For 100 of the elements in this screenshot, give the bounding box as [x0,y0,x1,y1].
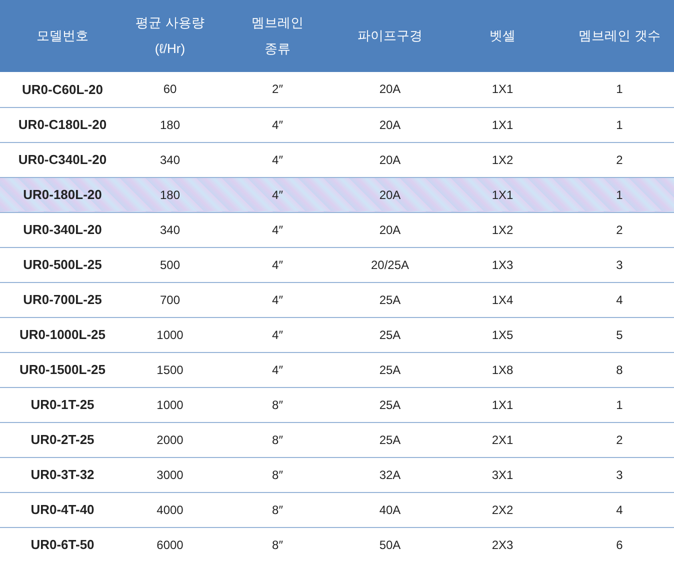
table-cell: 8 [565,352,674,387]
table-row[interactable]: UR0-1500L-25 1500 4″ 25A 1X8 8 [0,352,674,387]
table-cell: 50A [340,527,440,562]
table-cell: 20A [340,107,440,142]
table-cell: 20A [340,142,440,177]
table-cell: UR0-1500L-25 [0,352,125,387]
table-cell: 4″ [215,212,340,247]
table-cell: 8″ [215,492,340,527]
table-cell: 1X1 [440,387,565,422]
table-cell: 4″ [215,177,340,212]
table-cell: 20/25A [340,247,440,282]
table-cell: 20A [340,72,440,107]
table-cell: UR0-2T-25 [0,422,125,457]
table-cell: 60 [125,72,215,107]
table-cell: UR0-500L-25 [0,247,125,282]
table-cell: 25A [340,352,440,387]
table-cell: UR0-700L-25 [0,282,125,317]
table-cell: 1X1 [440,72,565,107]
table-cell: 2000 [125,422,215,457]
table-cell: 3 [565,247,674,282]
table-row[interactable]: UR0-3T-32 3000 8″ 32A 3X1 3 [0,457,674,492]
table-cell: 1 [565,72,674,107]
table-cell: UR0-6T-50 [0,527,125,562]
table-cell: 20A [340,177,440,212]
table-cell: 4″ [215,317,340,352]
column-header: 모델번호 [0,0,125,72]
table-cell: 1500 [125,352,215,387]
table-cell: UR0-4T-40 [0,492,125,527]
table-cell: 8″ [215,387,340,422]
table-row[interactable]: UR0-1T-25 1000 8″ 25A 1X1 1 [0,387,674,422]
table-cell: 500 [125,247,215,282]
table-cell: 4 [565,282,674,317]
table-cell: 1000 [125,317,215,352]
table-cell: 2X2 [440,492,565,527]
table-row[interactable]: UR0-1000L-25 1000 4″ 25A 1X5 5 [0,317,674,352]
table-cell: 1X1 [440,107,565,142]
column-header: 멤브레인 갯수 [565,0,674,72]
table-cell: 4″ [215,247,340,282]
table-cell: 1 [565,107,674,142]
table-row[interactable]: UR0-500L-25 500 4″ 20/25A 1X3 3 [0,247,674,282]
column-header: 파이프구경 [340,0,440,72]
table-cell: 25A [340,387,440,422]
table-cell: 8″ [215,457,340,492]
table-row[interactable]: UR0-2T-25 2000 8″ 25A 2X1 2 [0,422,674,457]
table-cell: 2″ [215,72,340,107]
table-cell: 4 [565,492,674,527]
table-cell: 25A [340,422,440,457]
table-cell: UR0-3T-32 [0,457,125,492]
table-cell: 700 [125,282,215,317]
table-cell: 2 [565,212,674,247]
table-cell: 3000 [125,457,215,492]
table-cell: 180 [125,107,215,142]
table-cell: 1X2 [440,212,565,247]
table-cell: 8″ [215,527,340,562]
table-cell: UR0-C180L-20 [0,107,125,142]
table-cell: UR0-1000L-25 [0,317,125,352]
table-cell: UR0-C60L-20 [0,72,125,107]
table-cell: 3X1 [440,457,565,492]
table-cell: UR0-C340L-20 [0,142,125,177]
table-cell: 1X4 [440,282,565,317]
table-row[interactable]: UR0-C180L-20 180 4″ 20A 1X1 1 [0,107,674,142]
table-cell: 180 [125,177,215,212]
table-cell: 20A [340,212,440,247]
table-cell: 32A [340,457,440,492]
table-cell: UR0-180L-20 [0,177,125,212]
table-cell: 2 [565,422,674,457]
table-cell: UR0-1T-25 [0,387,125,422]
table-cell: 2X3 [440,527,565,562]
table-cell: 2X1 [440,422,565,457]
table-cell: 340 [125,212,215,247]
table-cell: 2 [565,142,674,177]
column-header: 벳셀 [440,0,565,72]
table-cell: 1X8 [440,352,565,387]
table-row[interactable]: UR0-700L-25 700 4″ 25A 1X4 4 [0,282,674,317]
table-cell: 4″ [215,352,340,387]
table-cell: 4″ [215,282,340,317]
table-cell: 25A [340,317,440,352]
column-header: 평균 사용량 (ℓ/Hr) [125,0,215,72]
table-cell: 6000 [125,527,215,562]
table-cell: 5 [565,317,674,352]
table-row[interactable]: UR0-C340L-20 340 4″ 20A 1X2 2 [0,142,674,177]
table-cell: 4000 [125,492,215,527]
table-cell: 1X5 [440,317,565,352]
table-row[interactable]: UR0-340L-20 340 4″ 20A 1X2 2 [0,212,674,247]
table-cell: 1000 [125,387,215,422]
table-cell: 6 [565,527,674,562]
table-cell: 4″ [215,107,340,142]
table-cell: UR0-340L-20 [0,212,125,247]
column-header: 멤브레인 종류 [215,0,340,72]
table-cell: 1X3 [440,247,565,282]
table-cell: 1 [565,177,674,212]
table-cell: 1 [565,387,674,422]
table-cell: 4″ [215,142,340,177]
table-cell: 340 [125,142,215,177]
table-cell: 3 [565,457,674,492]
table-row[interactable]: UR0-C60L-20 60 2″ 20A 1X1 1 [0,72,674,107]
table-cell: 40A [340,492,440,527]
table-cell: 1X1 [440,177,565,212]
table-cell: 25A [340,282,440,317]
table-row[interactable]: UR0-4T-40 4000 8″ 40A 2X2 4 [0,492,674,527]
